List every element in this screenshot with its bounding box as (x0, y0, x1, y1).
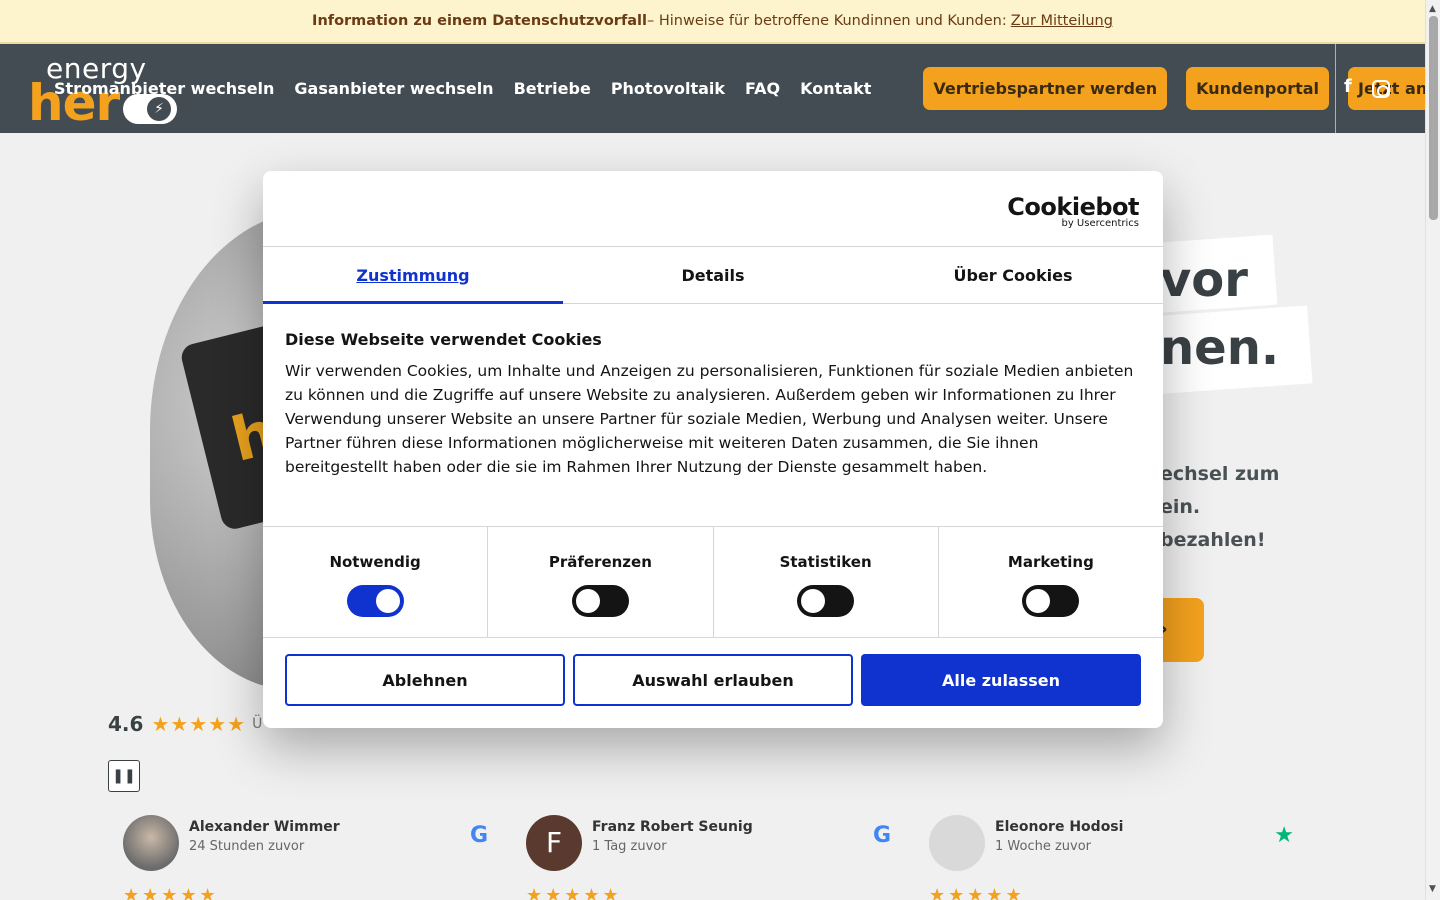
toggle-group-marketing: Marketing (939, 527, 1163, 637)
dialog-description: Wir verwenden Cookies, um Inhalte und An… (285, 362, 1134, 476)
toggle-label: Statistiken (779, 553, 872, 571)
facebook-icon[interactable]: f (1344, 76, 1352, 97)
toggle-label: Notwendig (329, 553, 421, 571)
switch-knob (375, 589, 400, 613)
site-header: energy her ⚡ Stromanbieter wechseln Gasa… (0, 44, 1440, 133)
notice-text: – Hinweise für betroffene Kundinnen und … (647, 13, 1007, 29)
toggle-group-statistiken: Statistiken (714, 527, 939, 637)
page-scrollbar[interactable]: ▲ ▼ (1425, 0, 1440, 900)
notice-link[interactable]: Zur Mitteilung (1011, 13, 1113, 29)
cookiebot-brand: Cookiebot (1007, 193, 1139, 221)
nav-stromanbieter-wechseln[interactable]: Stromanbieter wechseln (54, 79, 274, 98)
tab-zustimmung[interactable]: Zustimmung (263, 247, 563, 304)
nav-photovoltaik[interactable]: Photovoltaik (611, 79, 725, 98)
tab-details[interactable]: Details (563, 247, 863, 303)
instagram-icon[interactable] (1372, 80, 1390, 98)
consent-toggles: Notwendig Präferenzen Statistiken Market… (263, 526, 1163, 638)
cookiebot-logo: Cookiebot by Usercentrics (1007, 193, 1139, 229)
nav-kontakt[interactable]: Kontakt (800, 79, 871, 98)
cookie-consent-dialog: Cookiebot by Usercentrics Zustimmung Det… (263, 171, 1163, 728)
deny-button[interactable]: Ablehnen (285, 654, 565, 706)
nav-gasanbieter-wechseln[interactable]: Gasanbieter wechseln (294, 79, 493, 98)
nav-betriebe[interactable]: Betriebe (514, 79, 591, 98)
toggle-group-notwendig: Notwendig (263, 527, 489, 637)
tab-ueber-cookies[interactable]: Über Cookies (863, 247, 1163, 303)
scroll-thumb[interactable] (1429, 16, 1438, 220)
scroll-up-arrow-icon[interactable]: ▲ (1429, 4, 1436, 14)
notwendig-switch[interactable] (346, 585, 404, 617)
vertriebspartner-button[interactable]: Vertriebspartner werden (923, 67, 1168, 110)
switch-knob (801, 589, 826, 613)
consent-buttons: Ablehnen Auswahl erlauben Alle zulassen (285, 654, 1141, 706)
switch-knob (575, 589, 600, 613)
dialog-title: Diese Webseite verwendet Cookies (285, 330, 602, 349)
praeferenzen-switch[interactable] (571, 585, 629, 617)
privacy-notice-bar: Information zu einem Datenschutzvorfall … (0, 0, 1425, 44)
allow-selection-button[interactable]: Auswahl erlauben (573, 654, 853, 706)
marketing-switch[interactable] (1022, 585, 1080, 617)
kundenportal-button[interactable]: Kundenportal (1186, 67, 1330, 110)
toggle-label: Marketing (1007, 553, 1094, 571)
statistiken-switch[interactable] (797, 585, 855, 617)
main-nav: Stromanbieter wechseln Gasanbieter wechs… (54, 44, 1440, 133)
consent-tabs: Zustimmung Details Über Cookies (263, 246, 1163, 304)
scroll-down-arrow-icon[interactable]: ▼ (1429, 884, 1436, 894)
allow-all-button[interactable]: Alle zulassen (861, 654, 1141, 706)
nav-faq[interactable]: FAQ (745, 79, 780, 98)
notice-title: Information zu einem Datenschutzvorfall (312, 13, 647, 29)
toggle-label: Präferenzen (548, 553, 652, 571)
switch-knob (1026, 589, 1051, 613)
header-divider (1335, 44, 1336, 133)
toggle-group-praeferenzen: Präferenzen (488, 527, 714, 637)
